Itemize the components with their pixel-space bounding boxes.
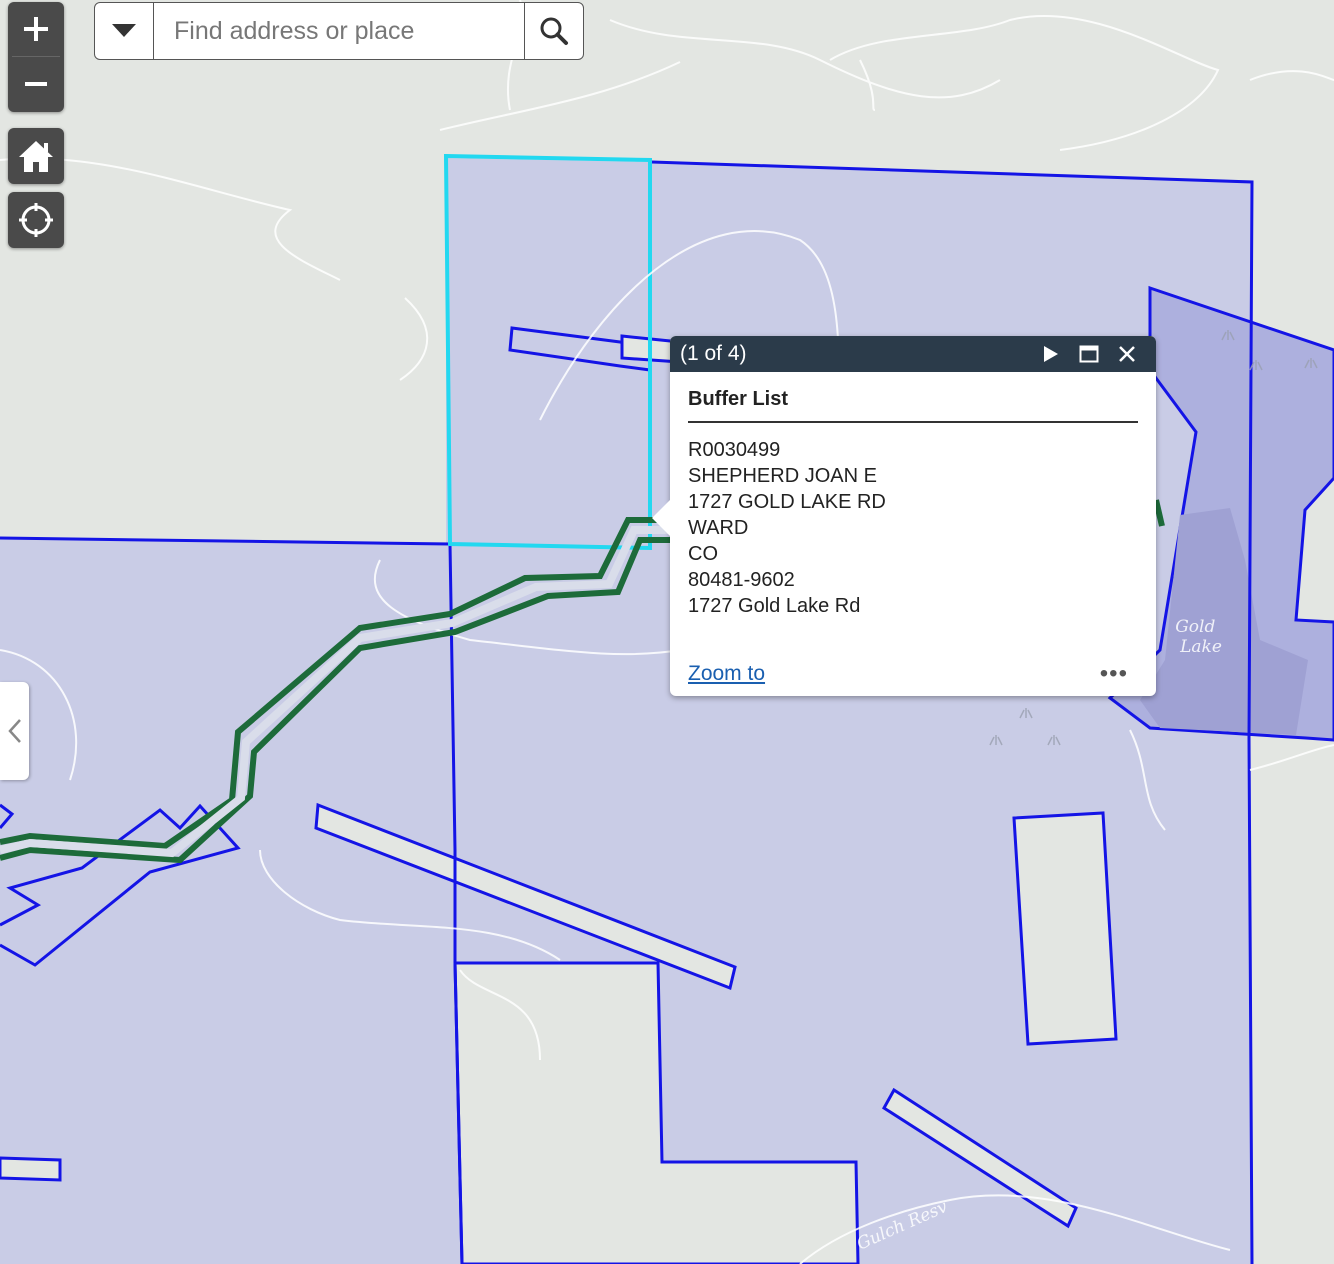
zoom-out-button[interactable]	[8, 57, 64, 111]
attr-mailing-address: 1727 GOLD LAKE RD	[688, 491, 886, 513]
zoom-in-button[interactable]	[8, 2, 64, 56]
search-widget	[94, 2, 584, 60]
maximize-icon	[1079, 345, 1099, 363]
chevron-left-icon	[7, 719, 21, 743]
locate-button[interactable]	[8, 192, 64, 248]
crosshair-icon	[19, 203, 53, 237]
chevron-down-icon	[112, 24, 136, 37]
dock-popup-button[interactable]	[1070, 336, 1108, 372]
attr-owner-name: SHEPHERD JOAN E	[688, 465, 877, 487]
popup-pointer	[652, 500, 670, 536]
side-panel-toggle[interactable]	[0, 682, 29, 780]
search-source-dropdown[interactable]	[95, 3, 154, 59]
minus-icon	[25, 82, 47, 86]
popup-body: Buffer List R0030499 SHEPHERD JOAN E 172…	[670, 372, 1156, 619]
play-icon	[1044, 346, 1058, 362]
home-button[interactable]	[8, 128, 64, 184]
next-feature-button[interactable]	[1032, 336, 1070, 372]
attr-site-address: 1727 Gold Lake Rd	[688, 595, 861, 617]
close-popup-button[interactable]	[1108, 336, 1146, 372]
search-button[interactable]	[524, 3, 583, 59]
more-actions-button[interactable]: •••	[1100, 660, 1128, 688]
feature-popup: (1 of 4) Buffer List R0030499 SHEPHERD J…	[652, 336, 1156, 696]
attr-zip: 80481-9602	[688, 569, 795, 591]
parcel-hole-2	[1012, 811, 1118, 1046]
popup-header: (1 of 4)	[670, 336, 1156, 372]
attr-parcel-id: R0030499	[688, 439, 781, 461]
zoom-to-link[interactable]: Zoom to	[688, 662, 765, 686]
popup-feature-count: (1 of 4)	[680, 342, 747, 365]
lake-label: Gold Lake	[1175, 617, 1222, 657]
attr-state: CO	[688, 543, 718, 565]
plus-icon	[24, 17, 48, 41]
zoom-control	[8, 2, 64, 112]
attr-city: WARD	[688, 517, 749, 539]
close-icon	[1119, 346, 1135, 362]
popup-title: Buffer List	[688, 388, 1138, 423]
popup-footer: Zoom to •••	[688, 660, 1128, 688]
popup-attribute-list: R0030499 SHEPHERD JOAN E 1727 GOLD LAKE …	[688, 437, 1138, 619]
search-icon	[540, 17, 568, 45]
parcel-hole-5	[0, 1156, 62, 1182]
search-input[interactable]	[154, 3, 524, 59]
home-icon	[19, 141, 53, 172]
